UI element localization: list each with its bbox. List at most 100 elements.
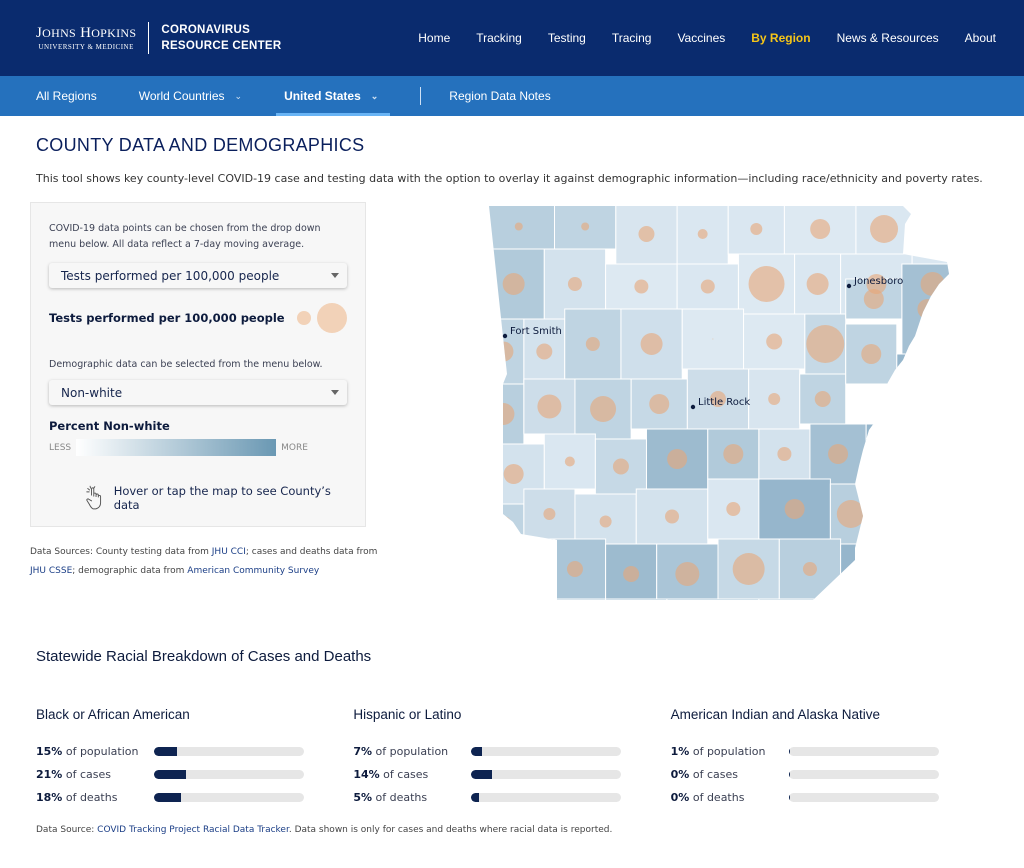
nav-testing[interactable]: Testing — [548, 31, 586, 45]
county-shape[interactable] — [866, 423, 908, 485]
nav-tracing[interactable]: Tracing — [612, 31, 652, 45]
county-bubble[interactable] — [492, 403, 515, 425]
county-shape[interactable] — [758, 598, 862, 604]
site-logo[interactable]: JOHNS HOPKINS UNIVERSITY & MEDICINE CORO… — [36, 22, 282, 54]
county-bubble[interactable] — [698, 229, 709, 239]
county-bubble[interactable] — [852, 570, 861, 578]
county-bubble[interactable] — [565, 456, 576, 467]
county-bubble[interactable] — [917, 299, 938, 319]
county-bubble[interactable] — [803, 562, 818, 576]
county-shape[interactable] — [840, 543, 873, 604]
county-bubble[interactable] — [493, 341, 514, 362]
county-bubble[interactable] — [701, 279, 716, 294]
logo-sub: UNIVERSITY & MEDICINE — [38, 43, 134, 51]
county-bubble[interactable] — [665, 509, 680, 524]
covid-tracking-link[interactable]: COVID Tracking Project Racial Data Track… — [97, 825, 289, 835]
subnav-world-countries[interactable]: World Countries ⌄ — [139, 76, 242, 116]
county-bubble[interactable] — [568, 277, 583, 291]
county-bubble[interactable] — [870, 215, 899, 243]
subnav-united-states[interactable]: United States ⌄ — [276, 76, 391, 116]
county-bubble[interactable] — [750, 223, 763, 235]
county-shape[interactable] — [666, 598, 760, 604]
county-bubble[interactable] — [567, 561, 584, 577]
county-bubble[interactable] — [807, 273, 830, 295]
county-bubble[interactable] — [634, 279, 649, 294]
county-bubble[interactable] — [543, 508, 556, 520]
nav-by-region[interactable]: By Region — [751, 31, 810, 45]
county-bubble[interactable] — [785, 499, 806, 519]
subnav-all-regions[interactable]: All Regions — [36, 76, 97, 116]
bubble-legend-label: Tests performed per 100,000 people — [49, 311, 285, 325]
county-bubble[interactable] — [810, 219, 831, 239]
stat-bar-track — [471, 770, 622, 779]
county-bubble[interactable] — [879, 446, 896, 462]
county-bubble[interactable] — [912, 384, 923, 394]
county-bubble[interactable] — [768, 393, 781, 405]
county-map[interactable]: Fort Smith Jonesboro Little Rock — [483, 204, 953, 608]
county-bubble[interactable] — [766, 333, 783, 350]
county-bubble[interactable] — [495, 516, 512, 532]
county-bubble[interactable] — [748, 266, 785, 302]
covid-metric-value: Tests performed per 100,000 people — [61, 268, 280, 283]
county-bubble[interactable] — [613, 458, 630, 475]
jhu-csse-link[interactable]: JHU CSSE — [30, 566, 72, 576]
county-shape[interactable] — [483, 503, 525, 545]
covid-metric-select[interactable]: Tests performed per 100,000 people — [49, 263, 347, 288]
demographic-select[interactable]: Non-white — [49, 380, 347, 405]
county-bubble[interactable] — [920, 272, 945, 296]
stat-bar-track — [471, 747, 622, 756]
county-bubble[interactable] — [815, 391, 832, 407]
county-bubble[interactable] — [726, 502, 741, 516]
county-bubble[interactable] — [828, 444, 849, 464]
arkansas-map[interactable]: Fort Smith Jonesboro Little Rock — [483, 204, 953, 604]
county-shape[interactable] — [544, 598, 607, 604]
county-bubble[interactable] — [806, 325, 845, 363]
county-bubble[interactable] — [723, 444, 744, 464]
jhu-cci-link[interactable]: JHU CCI — [212, 547, 246, 557]
county-bubble[interactable] — [581, 222, 590, 231]
stat-bar-track — [154, 770, 304, 779]
nav-tracking[interactable]: Tracking — [476, 31, 522, 45]
county-bubble[interactable] — [807, 601, 813, 604]
county-bubble[interactable] — [503, 273, 526, 295]
county-bubble[interactable] — [861, 344, 882, 364]
county-bubble[interactable] — [507, 567, 522, 581]
county-bubble[interactable] — [917, 214, 948, 244]
nav-news-resources[interactable]: News & Resources — [837, 31, 939, 45]
county-shape[interactable] — [483, 543, 546, 604]
county-bubble[interactable] — [712, 338, 714, 340]
county-bubble[interactable] — [777, 447, 792, 461]
county-bubble[interactable] — [649, 394, 670, 414]
county-bubble[interactable] — [675, 562, 700, 586]
nav-about[interactable]: About — [965, 31, 996, 45]
county-bubble[interactable] — [536, 343, 553, 360]
nav-vaccines[interactable]: Vaccines — [677, 31, 725, 45]
county-bubble[interactable] — [537, 394, 562, 419]
subnav-region-data-notes[interactable]: Region Data Notes — [449, 76, 550, 116]
nav-home[interactable]: Home — [418, 31, 450, 45]
county-bubble[interactable] — [515, 222, 524, 231]
county-bubble[interactable] — [586, 337, 601, 351]
county-bubble[interactable] — [864, 289, 885, 309]
choropleth-legend-title: Percent Non-white — [49, 419, 170, 433]
stat-row: 0% of cases — [671, 763, 988, 786]
acs-link[interactable]: American Community Survey — [187, 566, 319, 576]
county-shape[interactable] — [912, 204, 954, 255]
county-shape[interactable] — [896, 353, 939, 425]
county-bubble[interactable] — [600, 515, 613, 528]
county-shape[interactable] — [605, 598, 668, 604]
county-bubble[interactable] — [733, 553, 766, 585]
county-shape[interactable] — [871, 483, 903, 545]
county-bubble[interactable] — [710, 601, 716, 604]
county-bubble[interactable] — [623, 566, 640, 582]
county-bubble[interactable] — [641, 333, 664, 355]
county-bubble[interactable] — [590, 396, 617, 422]
county-bubble[interactable] — [667, 449, 688, 469]
stat-desc: of deaths — [62, 791, 118, 804]
county-bubble[interactable] — [504, 464, 525, 484]
county-bubble[interactable] — [882, 509, 893, 519]
county-bubble[interactable] — [572, 601, 578, 604]
county-bubble[interactable] — [634, 601, 640, 604]
county-bubble[interactable] — [638, 226, 655, 242]
county-bubble[interactable] — [837, 500, 866, 528]
